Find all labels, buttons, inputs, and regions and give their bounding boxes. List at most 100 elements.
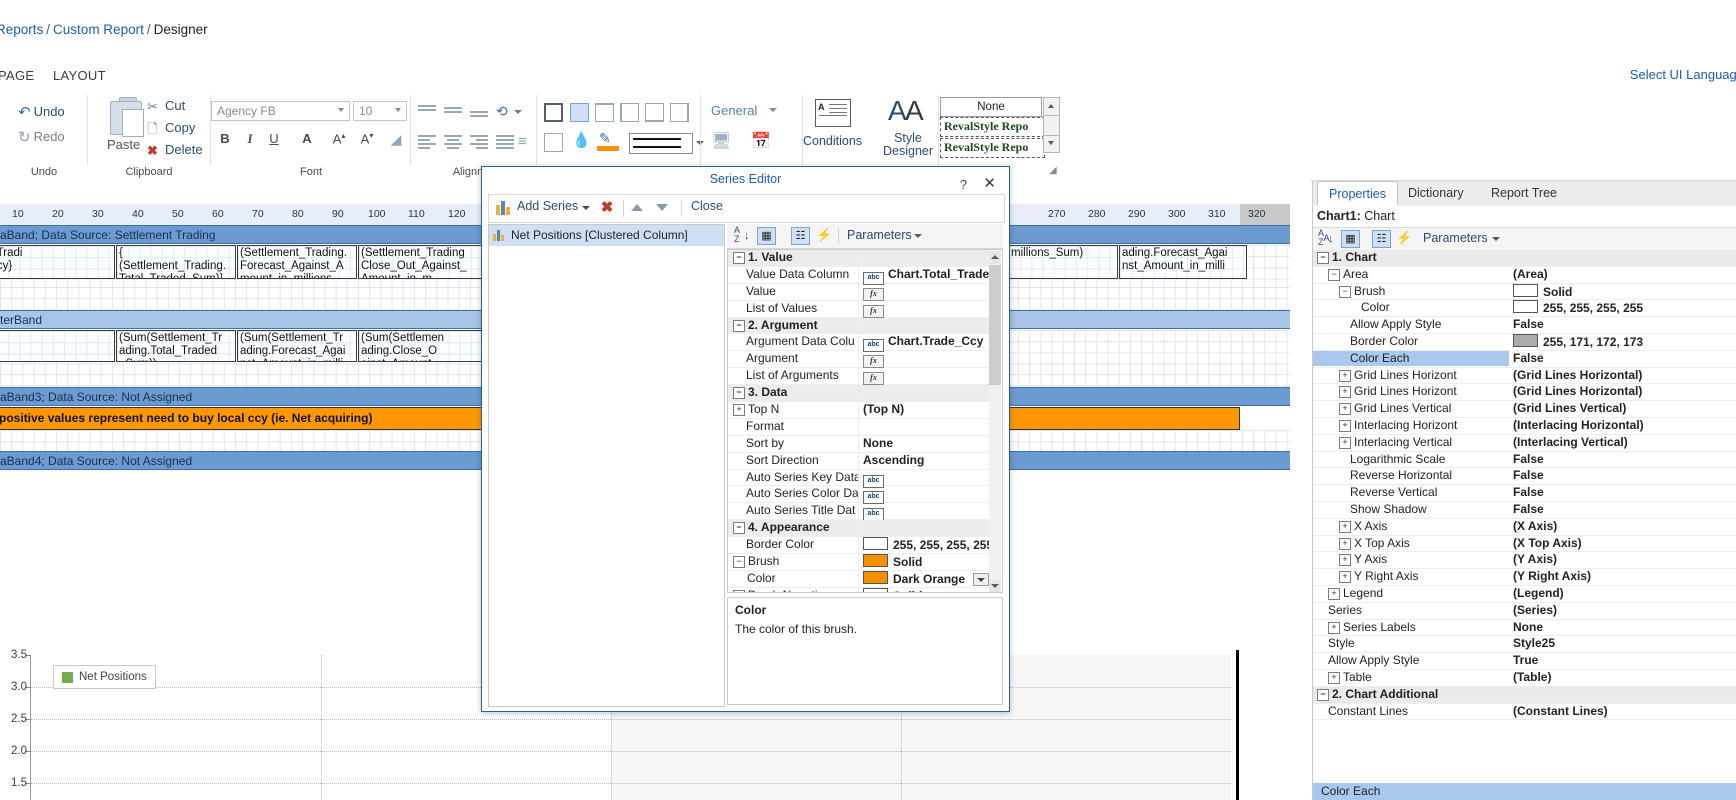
expander-icon[interactable]: − xyxy=(1317,252,1329,264)
sort-az-icon[interactable]: AZ xyxy=(734,226,740,244)
property-value[interactable]: True xyxy=(1510,653,1736,669)
styles-scroll-down-button[interactable] xyxy=(1043,134,1060,153)
categorized-view-icon[interactable]: ▦ xyxy=(757,227,776,245)
property-row[interactable]: Color 255, 255, 255, 255 xyxy=(1313,300,1736,318)
property-row[interactable]: Reverse Horizontal False xyxy=(1313,468,1736,486)
property-row[interactable]: Argument Data Colu abc Chart.Trade_Ccy xyxy=(728,334,990,353)
border-outline-icon[interactable] xyxy=(544,133,563,152)
color-swatch[interactable] xyxy=(863,570,888,584)
properties-list-icon[interactable]: ☷ xyxy=(791,227,810,245)
font-size-combo[interactable]: 10 xyxy=(353,101,407,121)
property-value[interactable]: (Grid Lines Horizontal) xyxy=(1510,384,1736,400)
general-dropdown[interactable]: General xyxy=(711,103,777,118)
property-row[interactable]: Style Style25 xyxy=(1313,636,1736,654)
parameters-button[interactable]: Parameters xyxy=(1423,231,1488,245)
expander-icon[interactable]: − xyxy=(733,522,745,535)
property-row[interactable]: List of Values fx xyxy=(728,300,991,318)
property-value[interactable]: Solid xyxy=(860,554,991,571)
property-category-row[interactable]: −2. Argument xyxy=(728,317,990,335)
property-value[interactable]: Solid xyxy=(860,587,991,592)
property-value[interactable]: None xyxy=(1510,620,1736,636)
property-row[interactable]: Allow Apply Style False xyxy=(1313,317,1736,334)
property-row[interactable]: +Brush NegativeSolid xyxy=(728,587,991,592)
scroll-down-arrow-icon[interactable] xyxy=(989,580,1001,592)
events-lightning-icon[interactable]: ⚡ xyxy=(1395,230,1414,248)
breadcrumb-custom-report[interactable]: Custom Report xyxy=(53,22,144,37)
tab-properties[interactable]: Properties xyxy=(1317,181,1398,206)
property-value[interactable]: False xyxy=(1510,502,1736,518)
delete-button[interactable]: ✖ Delete xyxy=(144,142,203,159)
expander-icon[interactable]: − xyxy=(733,252,745,264)
property-value[interactable]: (X Axis) xyxy=(1510,519,1736,535)
property-value[interactable]: 255, 171, 172, 173 xyxy=(1510,333,1736,351)
chevron-down-icon[interactable] xyxy=(914,234,922,238)
series-property-grid[interactable]: −1. Value Value Data Column abc Chart.Total… xyxy=(727,249,1003,593)
expander-icon[interactable]: − xyxy=(733,387,745,400)
band2-cell-totals[interactable]: tals xyxy=(0,330,115,362)
property-row[interactable]: Series (Series) xyxy=(1313,603,1736,620)
property-value[interactable]: 255, 255, 255, 255 xyxy=(1510,300,1736,317)
page-format-icon[interactable]: 🖥 xyxy=(711,131,731,151)
paste-button[interactable]: Paste xyxy=(107,137,140,152)
align-center-icon[interactable] xyxy=(444,135,462,149)
border-bottom-icon[interactable] xyxy=(645,103,664,122)
border-style-dropdown[interactable] xyxy=(629,133,704,154)
scroll-up-arrow-icon[interactable] xyxy=(989,251,1001,264)
property-value[interactable]: (Top N) xyxy=(860,402,991,418)
property-value[interactable]: (Grid Lines Vertical) xyxy=(1510,401,1736,417)
border-none-icon[interactable] xyxy=(570,103,589,122)
expander-icon[interactable]: + xyxy=(1328,621,1340,634)
property-row[interactable]: Logarithmic Scale False xyxy=(1313,452,1736,469)
property-value[interactable]: Dark Orange xyxy=(860,570,991,588)
clear-formatting-icon[interactable]: ◢ xyxy=(386,131,406,148)
property-row[interactable]: Color Each False xyxy=(1313,350,1736,368)
property-value[interactable]: fx xyxy=(860,301,991,318)
expander-icon[interactable]: − xyxy=(733,319,745,332)
property-value[interactable]: (Legend) xyxy=(1510,586,1736,602)
select-ui-language-link[interactable]: Select UI Language xyxy=(1630,67,1736,82)
property-row[interactable]: List of Arguments fx xyxy=(728,368,990,386)
shrink-font-button[interactable]: A▾ xyxy=(357,131,377,146)
property-category-row[interactable]: −1. Value xyxy=(728,250,990,267)
styles-expand-icon[interactable]: ◢ xyxy=(1049,165,1057,176)
property-row[interactable]: + Grid Lines Vertical (Grid Lines Vertical… xyxy=(1313,401,1736,418)
band1-cell-millions-sum[interactable]: millions_Sum) xyxy=(1008,245,1118,279)
border-left-icon[interactable] xyxy=(620,103,639,122)
property-value[interactable]: (Interlacing Horizontal) xyxy=(1510,418,1736,434)
close-button[interactable]: Close xyxy=(691,199,723,213)
color-swatch[interactable] xyxy=(1513,283,1538,297)
style-item-none[interactable]: None xyxy=(940,97,1042,117)
property-row[interactable]: + Grid Lines Horizont (Grid Lines Horizont… xyxy=(1313,384,1736,402)
expander-icon[interactable]: + xyxy=(1339,369,1351,382)
chevron-down-icon[interactable] xyxy=(973,572,989,586)
styles-scroll-track[interactable] xyxy=(1043,115,1060,136)
property-row[interactable]: Value Data ColumnabcChart.Total_Traded_ xyxy=(728,266,991,285)
move-down-icon[interactable] xyxy=(656,204,668,211)
band1-cell-close-out[interactable]: (Settlement_Trading Close_Out_Against_ A… xyxy=(358,245,483,279)
property-value[interactable]: (Y Right Axis) xyxy=(1510,569,1736,585)
property-value[interactable]: abc xyxy=(860,470,991,488)
expander-icon[interactable]: − xyxy=(1328,268,1340,281)
property-row[interactable]: Sort Direction Ascending xyxy=(728,452,990,470)
property-value[interactable]: abc xyxy=(860,503,991,522)
border-right-icon[interactable] xyxy=(670,103,689,122)
style-designer-button[interactable]: Style Designer xyxy=(877,132,939,158)
expander-icon[interactable]: + xyxy=(1339,436,1351,449)
property-category-row[interactable]: −4. Appearance xyxy=(728,520,990,538)
property-value[interactable]: (Table) xyxy=(1510,670,1736,686)
date-format-icon[interactable]: 📅 xyxy=(751,131,771,151)
property-row[interactable]: Format xyxy=(728,418,990,436)
property-row[interactable]: Value fx xyxy=(728,283,990,301)
property-row[interactable]: + X Top Axis (X Top Axis) xyxy=(1313,536,1736,553)
align-left-icon[interactable] xyxy=(418,135,436,149)
band1-cell-forecast-against[interactable]: ading.Forecast_Agai nst_Amount_in_milli xyxy=(1119,245,1247,279)
property-row[interactable]: Show Shadow False xyxy=(1313,502,1736,519)
close-icon[interactable]: ✕ xyxy=(983,171,996,196)
band2-cell-sum-total-traded[interactable]: (Sum(Settlement_Tr ading.Total_Traded _S… xyxy=(116,330,236,362)
styles-scroll-up-button[interactable] xyxy=(1043,97,1060,116)
color-swatch[interactable] xyxy=(863,587,888,592)
series-grid-scrollbar[interactable] xyxy=(989,251,1001,592)
property-value[interactable]: abc xyxy=(860,486,991,505)
property-row[interactable]: − Brush Solid xyxy=(1313,283,1736,301)
series-list-item[interactable]: Net Positions [Clustered Column] xyxy=(489,225,724,246)
